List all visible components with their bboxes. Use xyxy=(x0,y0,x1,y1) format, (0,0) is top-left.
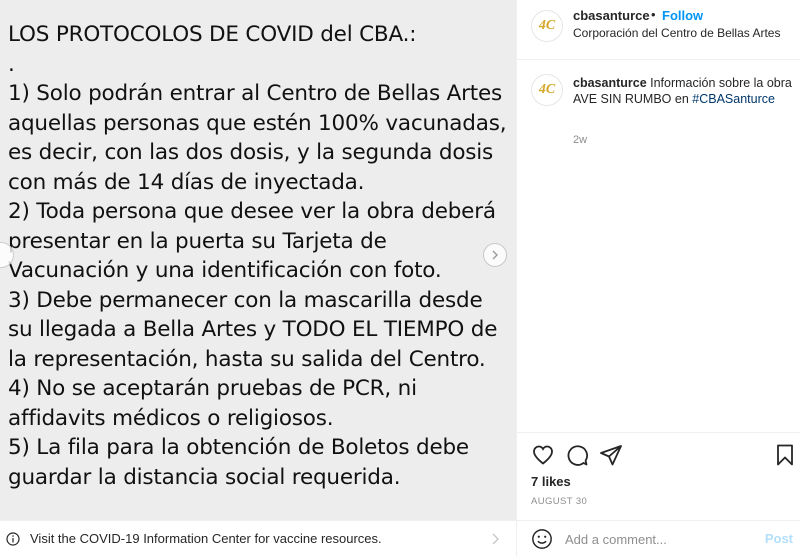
post-image: LOS PROTOCOLOS DE COVID del CBA.: . 1) S… xyxy=(0,0,516,520)
bookmark-icon[interactable] xyxy=(773,443,797,467)
comment-icon[interactable] xyxy=(565,443,589,467)
post-text-line: 1) Solo podrán entrar al Centro de Bella… xyxy=(8,81,503,106)
covid-info-banner[interactable]: Visit the COVID-19 Information Center fo… xyxy=(0,520,516,556)
post-text-line: su llegada a Bella Artes y TODO EL TIEMP… xyxy=(8,317,498,342)
post-side-panel: 4C cbasanturce • Follow Corporación del … xyxy=(516,0,800,556)
post-image-text: LOS PROTOCOLOS DE COVID del CBA.: . 1) S… xyxy=(8,20,508,492)
post-text-line: Vacunación y una identificación con foto… xyxy=(8,258,442,283)
comment-bar: Post xyxy=(517,520,800,556)
post-text-line: con más de 14 días de inyectada. xyxy=(8,169,365,195)
avatar[interactable]: 4C xyxy=(531,10,563,42)
follow-button[interactable]: Follow xyxy=(662,8,703,23)
post-comment-button[interactable]: Post xyxy=(765,531,793,546)
header-subtitle[interactable]: Corporación del Centro de Bellas Artes xyxy=(573,26,780,40)
post-text-line: 4) No se aceptarán pruebas de PCR, ni xyxy=(8,376,417,401)
post-text-line: guardar la distancia social requerida. xyxy=(8,464,401,490)
chevron-right-icon xyxy=(492,533,499,545)
caption-hashtag[interactable]: #CBASanturce xyxy=(692,92,775,106)
caption-timestamp: 2w xyxy=(573,134,588,146)
post-caption: cbasanturce Información sobre la obra AV… xyxy=(573,75,795,107)
post-text-line: . xyxy=(8,51,15,77)
post-text-line: LOS PROTOCOLOS DE COVID del CBA.: xyxy=(8,22,417,47)
next-image-button[interactable] xyxy=(483,243,507,267)
post-text-line: aquellas personas que estén 100% vacunad… xyxy=(8,110,507,136)
post-header: 4C cbasanturce • Follow Corporación del … xyxy=(517,0,800,60)
post-text-line: affidavits médicos o religiosos. xyxy=(8,405,334,431)
comment-input[interactable] xyxy=(565,529,755,549)
post-text-line: 5) La fila para la obtención de Boletos … xyxy=(8,435,469,460)
caption-avatar[interactable]: 4C xyxy=(531,74,563,106)
share-icon[interactable] xyxy=(599,443,623,467)
emoji-icon[interactable] xyxy=(531,528,553,550)
caption-username[interactable]: cbasanturce xyxy=(573,76,647,90)
post-text-line: es decir, con las dos dosis, y la segund… xyxy=(8,140,494,165)
header-username[interactable]: cbasanturce xyxy=(573,8,650,23)
post-date: AUGUST 30 xyxy=(531,496,588,507)
heart-icon[interactable] xyxy=(531,443,555,467)
divider xyxy=(517,432,800,433)
post-text-line: presentar en la puerta su Tarjeta de xyxy=(8,228,387,254)
likes-count[interactable]: 7 likes xyxy=(531,474,571,489)
separator-dot: • xyxy=(651,7,656,22)
post-text-line: 3) Debe permanecer con la mascarilla des… xyxy=(8,287,483,313)
covid-banner-text: Visit the COVID-19 Information Center fo… xyxy=(30,531,382,546)
info-icon xyxy=(6,531,20,546)
post-text-line: la representación, hasta su salida del C… xyxy=(8,346,486,372)
post-text-line: 2) Toda persona que desee ver la obra de… xyxy=(8,199,496,224)
chevron-right-icon xyxy=(492,250,498,260)
